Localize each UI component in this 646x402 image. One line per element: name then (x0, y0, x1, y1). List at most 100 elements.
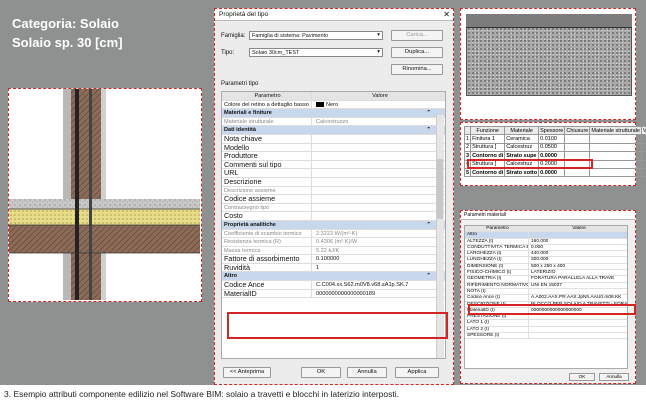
material-param-value[interactable] (531, 327, 627, 332)
structure-cell[interactable] (640, 134, 646, 144)
material-param-value[interactable]: 440.000 (531, 251, 627, 256)
grid-param-row[interactable]: Resistenza termica (R) 0.4306 (m²·K)/W (222, 238, 445, 247)
material-param-value[interactable]: A.A002.AAX.PR.AAX.JpNh.AAU0.m08.KK (531, 295, 627, 300)
grid-param-row[interactable]: Codice assieme (222, 195, 445, 204)
material-param-value[interactable] (531, 320, 627, 325)
param-value[interactable]: 5.22 kJ/K (314, 247, 339, 255)
grid-param-row[interactable]: Descrizione (222, 177, 445, 187)
structure-cell[interactable]: Contorno di (470, 167, 506, 178)
grid-param-row[interactable]: Costo (222, 212, 445, 221)
material-param-value[interactable]: 160.000 (531, 239, 627, 244)
material-ok-button[interactable]: OK (569, 373, 595, 381)
param-value[interactable]: 1 (314, 264, 319, 272)
structure-cell[interactable]: 0.0500 (538, 142, 566, 153)
collapse-icon[interactable]: ⌃ (426, 221, 431, 229)
structure-cell[interactable]: Ceramica (504, 134, 540, 144)
type-combo[interactable]: Solaio 30cm_TEST ▾ (249, 48, 383, 57)
structure-cell[interactable] (640, 167, 646, 178)
structure-cell[interactable]: Calcestruz (504, 142, 540, 153)
param-value[interactable]: Calcestruzzo (314, 118, 348, 126)
load-button[interactable]: Carica... (391, 30, 443, 41)
grid-param-row[interactable]: Coefficiente di scambio termico 2.3222 W/… (222, 229, 445, 239)
structure-cell[interactable] (564, 167, 591, 178)
grid-param-row[interactable]: Commenti sul tipo (222, 160, 445, 170)
material-cancel-button[interactable]: Annulla (599, 373, 629, 381)
param-value[interactable]: 2.3222 W/(m²·K) (314, 230, 357, 238)
param-value[interactable]: C.C004.xx.S62.m0V8.v68.sA1p.SK.7 (314, 281, 408, 289)
grid-scroll-thumb[interactable] (437, 159, 443, 219)
grid-param-row[interactable]: Descrizione assieme (222, 186, 445, 196)
close-icon[interactable]: ✕ (443, 10, 450, 19)
grid-param-row[interactable]: Contrassegno tipo (222, 203, 445, 213)
ok-button[interactable]: OK (301, 367, 341, 378)
preview-button[interactable]: << Anteprima (223, 367, 271, 378)
grid-param-row[interactable]: URL (222, 169, 445, 178)
grid-param-row[interactable]: Modello (222, 143, 445, 153)
structure-cell[interactable]: 0.0000 (538, 167, 566, 178)
param-value[interactable] (314, 161, 316, 169)
material-param-value[interactable]: LATERIZIO (531, 270, 627, 275)
param-value[interactable] (314, 204, 316, 212)
structure-cell[interactable]: Struttura [ (470, 142, 506, 153)
grid-param-row[interactable]: Codice Ance C.C004.xx.S62.m0V8.v68.sA1p.S… (222, 281, 445, 290)
grid-param-row[interactable]: MaterialID 0000000000000000189 (222, 289, 445, 299)
param-value[interactable] (314, 144, 316, 152)
grid-section-row[interactable]: Materiali e finiture ⌃ (222, 109, 445, 118)
structure-cell[interactable] (589, 167, 642, 178)
param-value[interactable]: 0.100000 (314, 255, 339, 263)
param-value[interactable] (314, 187, 316, 195)
grid-param-row[interactable]: Produttore (222, 152, 445, 161)
material-param-value[interactable] (531, 232, 627, 237)
structure-cell[interactable]: Finitura 1 (470, 134, 506, 144)
rename-button[interactable]: Rinomina... (391, 64, 443, 75)
grid-param-row[interactable]: Ruvidità 1 (222, 263, 445, 273)
collapse-icon[interactable]: ⌃ (426, 126, 431, 134)
param-value[interactable] (314, 152, 316, 160)
param-value[interactable]: 0000000000000000189 (314, 290, 375, 298)
structure-cell[interactable] (564, 134, 591, 144)
param-value[interactable]: 0.4306 (m²·K)/W (314, 238, 357, 246)
structure-cell[interactable]: 0.0100 (538, 134, 566, 144)
grid-param-row[interactable]: Fattore di assorbimento 0.100000 (222, 255, 445, 264)
table-row[interactable]: 1 Finitura 1 Ceramica 0.0100 (463, 134, 646, 144)
material-param-value[interactable]: 200.000 (531, 257, 627, 262)
structure-cell[interactable] (589, 134, 642, 144)
list-item[interactable]: SPESSORE (t) (465, 333, 627, 340)
structure-cell[interactable] (564, 142, 591, 153)
structure-cell[interactable] (640, 151, 646, 161)
param-value[interactable] (314, 195, 316, 203)
material-param-value[interactable] (531, 289, 627, 294)
grid-param-row[interactable]: Materiale strutturale Calcestruzzo (222, 117, 445, 127)
material-param-value[interactable]: 0.000 (531, 245, 627, 250)
grid-param-row[interactable]: Nota chiave (222, 134, 445, 144)
param-value[interactable] (314, 169, 316, 177)
grid-section-row[interactable]: Proprietà analitiche ⌃ (222, 220, 445, 230)
param-value[interactable]: Nero (314, 101, 338, 109)
param-value[interactable] (314, 135, 316, 143)
grid-section-row[interactable]: Dati identità ⌃ (222, 126, 445, 135)
param-value[interactable] (314, 178, 316, 186)
grid-param-row[interactable]: Massa termica 5.22 kJ/K (222, 246, 445, 256)
apply-button[interactable]: Applica (395, 367, 439, 378)
family-combo[interactable]: Famiglia di sistema: Pavimento ▾ (249, 31, 383, 40)
param-value[interactable] (314, 212, 316, 220)
table-row[interactable]: 5 Contorno di Strato sotto 0.0000 (463, 167, 646, 178)
grid-param-row[interactable]: Colore del retino a dettaglio basso Nero (222, 100, 445, 110)
material-param-value[interactable] (531, 333, 627, 338)
grid-section-row[interactable]: Altro ⌃ (222, 272, 445, 282)
table-row[interactable]: 2 Struttura [Calcestruz 0.0500 (463, 142, 646, 153)
structure-cell[interactable]: Strato sotto (504, 167, 540, 178)
structure-cell[interactable] (589, 142, 642, 153)
material-param-value[interactable]: 500 x 250 x 400 (531, 264, 627, 269)
collapse-icon[interactable]: ⌃ (426, 272, 431, 280)
structure-cell[interactable] (589, 159, 642, 169)
collapse-icon[interactable]: ⌃ (426, 109, 431, 117)
duplicate-button[interactable]: Duplica... (391, 47, 443, 58)
material-param-name: Altro (465, 232, 529, 238)
structure-cell[interactable] (640, 159, 646, 169)
structure-cell[interactable] (589, 151, 642, 161)
cancel-button[interactable]: Annulla (347, 367, 387, 378)
material-param-value[interactable]: UNI EN 15037 (531, 283, 627, 288)
structure-cell[interactable] (640, 142, 646, 153)
material-param-value[interactable]: FORATURA PARALLELA ALLA TRAVE (531, 276, 627, 281)
